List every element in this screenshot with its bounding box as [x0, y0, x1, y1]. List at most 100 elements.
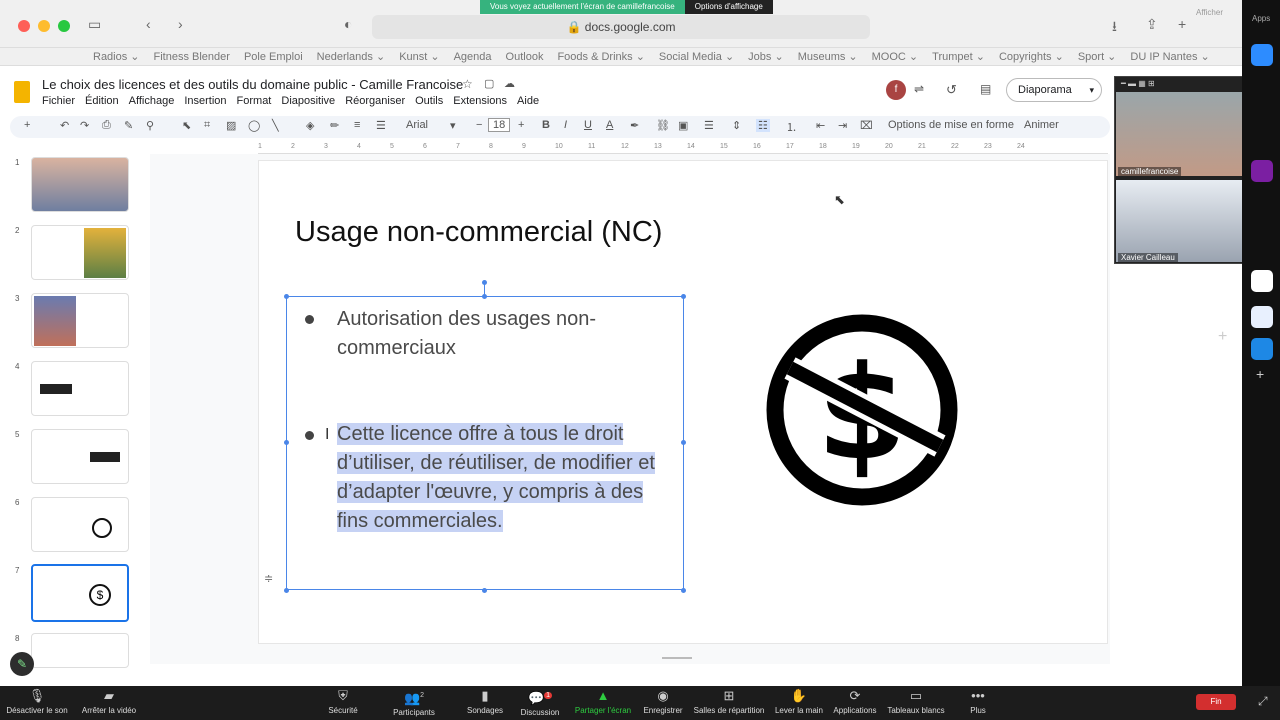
bookmark-item[interactable]: Sport ⌄: [1078, 48, 1117, 65]
resize-handle[interactable]: [284, 294, 289, 299]
slides-logo-icon[interactable]: [14, 81, 30, 103]
bookmark-item[interactable]: Museums ⌄: [798, 48, 858, 65]
increase-font-icon[interactable]: +: [518, 119, 524, 131]
speaker-notes-toggle-icon[interactable]: ≑: [264, 572, 273, 585]
bulleted-list-icon[interactable]: ☷: [756, 119, 770, 132]
menu-slide[interactable]: Diapositive: [281, 95, 335, 107]
bookmark-item[interactable]: Trumpet ⌄: [932, 48, 985, 65]
border-dash-icon[interactable]: ☰: [376, 119, 386, 132]
bookmark-item[interactable]: Jobs ⌄: [748, 48, 784, 65]
stop-video-button[interactable]: ▰ Arrêter la vidéo: [76, 686, 142, 720]
clear-format-icon[interactable]: ⌧: [860, 119, 873, 132]
download-icon[interactable]: ⭳: [1112, 16, 1117, 40]
sync-icon[interactable]: [1251, 338, 1273, 360]
add-icon[interactable]: +: [1256, 366, 1264, 382]
chevron-down-icon[interactable]: ▾: [450, 119, 456, 132]
bookmark-item[interactable]: Kunst ⌄: [399, 48, 439, 65]
forward-icon[interactable]: ›: [178, 16, 183, 32]
slide-thumbnail[interactable]: [31, 497, 129, 552]
bullet-2-text-selected[interactable]: Cette licence offre à tous le droit d’ut…: [337, 420, 662, 536]
document-title[interactable]: Le choix des licences et des outils du d…: [42, 77, 463, 92]
bookmark-item[interactable]: DU IP Nantes ⌄: [1130, 48, 1209, 65]
line-spacing-icon[interactable]: ⇕: [732, 119, 741, 132]
afficher-label[interactable]: Afficher: [1196, 8, 1223, 17]
menu-file[interactable]: Fichier: [42, 95, 75, 107]
security-button[interactable]: ⛨ Sécurité: [318, 686, 368, 720]
record-button[interactable]: ◉ Enregistrer: [638, 686, 688, 720]
text-color-icon[interactable]: A: [606, 119, 613, 131]
indent-less-icon[interactable]: ⇤: [816, 119, 825, 132]
chat-button[interactable]: 💬 1 Discussion: [514, 686, 566, 720]
menu-arrange[interactable]: Réorganiser: [345, 95, 405, 107]
resize-handle[interactable]: [681, 440, 686, 445]
apps-icon[interactable]: [1251, 160, 1273, 182]
back-icon[interactable]: ‹: [146, 16, 151, 32]
menu-extensions[interactable]: Extensions: [453, 95, 507, 107]
line-icon[interactable]: ╲: [272, 119, 279, 132]
comment-icon[interactable]: ▣: [678, 119, 688, 132]
menu-edit[interactable]: Édition: [85, 95, 119, 107]
edit-pencil-icon[interactable]: ✎: [10, 652, 34, 676]
bold-icon[interactable]: B: [542, 119, 550, 131]
maps-icon[interactable]: [1251, 270, 1273, 292]
redo-icon[interactable]: ↷: [80, 119, 89, 132]
video-panel-controls-icon[interactable]: ━ ▬ ▦ ⊞: [1121, 79, 1155, 88]
history-icon[interactable]: ↺: [946, 82, 957, 98]
resize-handle[interactable]: [681, 294, 686, 299]
minimize-window-button[interactable]: [38, 20, 50, 32]
slide-thumbnail[interactable]: [31, 361, 129, 416]
mute-button[interactable]: 🎙 Désactiver le son: [4, 686, 70, 720]
shield-icon[interactable]: ◐: [344, 16, 352, 32]
app-icon[interactable]: [1251, 306, 1273, 328]
zoom-window-button[interactable]: [58, 20, 70, 32]
menu-view[interactable]: Affichage: [129, 95, 175, 107]
indent-more-icon[interactable]: ⇥: [838, 119, 847, 132]
bookmark-item[interactable]: Nederlands ⌄: [317, 48, 386, 65]
bookmark-item[interactable]: MOOC ⌄: [872, 48, 919, 65]
close-window-button[interactable]: [18, 20, 30, 32]
zoom-app-icon[interactable]: [1251, 44, 1273, 66]
resize-handle[interactable]: [681, 588, 686, 593]
bookmark-item[interactable]: Copyrights ⌄: [999, 48, 1064, 65]
undo-icon[interactable]: ↶: [60, 119, 69, 132]
participants-button[interactable]: 👥2 Participants: [386, 686, 442, 720]
numbered-list-icon[interactable]: ⒈: [786, 119, 797, 135]
format-options-button[interactable]: Options de mise en forme: [888, 119, 1014, 131]
paint-format-icon[interactable]: ✎: [124, 119, 133, 132]
move-folder-icon[interactable]: ▢: [484, 77, 494, 90]
chevron-down-icon[interactable]: ▾: [1089, 79, 1094, 101]
share-screen-button[interactable]: ▲ Partager l'écran: [572, 686, 634, 720]
border-color-icon[interactable]: ✏: [330, 119, 339, 132]
animate-button[interactable]: Animer: [1024, 119, 1059, 131]
slide-thumbnail[interactable]: [31, 633, 129, 668]
end-meeting-button[interactable]: Fin: [1196, 694, 1236, 710]
polls-button[interactable]: ▮ Sondages: [460, 686, 510, 720]
bookmark-item[interactable]: Foods & Drinks ⌄: [557, 48, 644, 65]
sidebar-icon[interactable]: ▭: [88, 16, 101, 33]
shape-icon[interactable]: ◯: [248, 119, 260, 132]
bookmark-item[interactable]: Pole Emploi: [244, 48, 303, 65]
zoom-icon[interactable]: ⚲: [146, 119, 154, 132]
breakout-rooms-button[interactable]: ⊞ Salles de répartition: [692, 686, 766, 720]
slide-title[interactable]: Usage non-commercial (NC): [295, 216, 662, 249]
font-select[interactable]: Arial: [406, 119, 428, 131]
bookmark-item[interactable]: Outlook: [506, 48, 544, 65]
decrease-font-icon[interactable]: −: [476, 119, 482, 131]
print-icon[interactable]: ⎙: [102, 119, 111, 132]
slide-thumbnail[interactable]: [31, 157, 129, 212]
bookmark-item[interactable]: Agenda: [454, 48, 492, 65]
more-button[interactable]: ••• Plus: [960, 686, 996, 720]
address-bar[interactable]: 🔒 docs.google.com: [372, 15, 870, 39]
bullet-1-text[interactable]: Autorisation des usages non-commerciaux: [337, 305, 597, 363]
slide-thumbnail[interactable]: [31, 293, 129, 348]
share-icon[interactable]: ⇪: [1146, 16, 1158, 33]
collaborator-avatar[interactable]: f: [886, 80, 906, 100]
new-tab-icon[interactable]: +: [1178, 16, 1186, 32]
whiteboards-button[interactable]: ▭ Tableaux blancs: [884, 686, 948, 720]
underline-icon[interactable]: U: [584, 119, 592, 131]
apps-label[interactable]: Apps: [1252, 14, 1270, 23]
resize-handle[interactable]: [482, 588, 487, 593]
bookmark-item[interactable]: Social Media ⌄: [659, 48, 734, 65]
fullscreen-icon[interactable]: ⤢: [1258, 694, 1268, 709]
star-icon[interactable]: ☆: [462, 77, 473, 91]
